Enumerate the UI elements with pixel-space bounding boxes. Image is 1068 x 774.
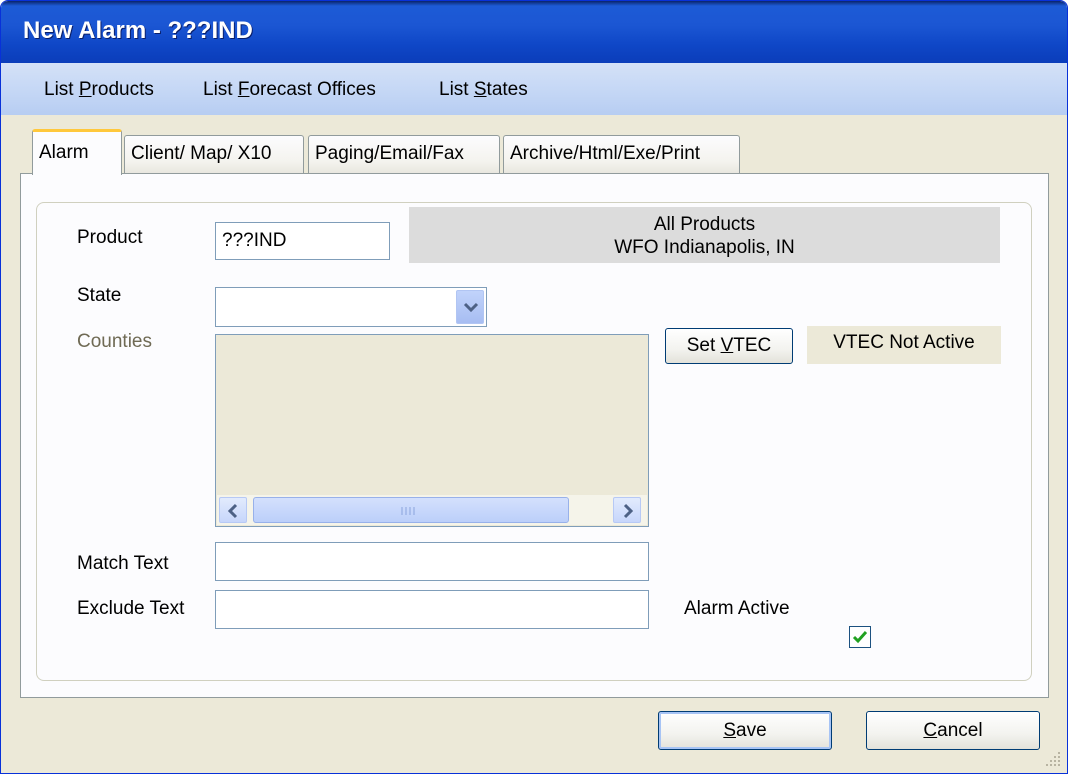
scroll-left-button[interactable] bbox=[219, 497, 247, 523]
tab-alarm[interactable]: Alarm bbox=[32, 129, 122, 175]
tab-paging-email-fax[interactable]: Paging/Email/Fax bbox=[308, 135, 500, 173]
scroll-right-button[interactable] bbox=[613, 497, 641, 523]
chevron-right-icon bbox=[623, 503, 634, 519]
tab-strip: Alarm Client/ Map/ X10 Paging/Email/Fax … bbox=[1, 129, 1067, 175]
state-combobox[interactable] bbox=[215, 287, 487, 327]
menu-bar: List Products List Forecast Offices List… bbox=[1, 63, 1067, 115]
menu-list-forecast-offices[interactable]: List Forecast Offices bbox=[203, 79, 376, 101]
counties-hscrollbar[interactable] bbox=[217, 495, 647, 525]
grip-lines-icon bbox=[401, 507, 415, 515]
chevron-down-icon bbox=[463, 302, 479, 313]
match-text-input[interactable] bbox=[215, 542, 649, 581]
chevron-left-icon bbox=[227, 503, 238, 519]
product-info-line2: WFO Indianapolis, IN bbox=[614, 237, 795, 258]
product-info-panel: All Products WFO Indianapolis, IN bbox=[409, 207, 1000, 263]
state-label: State bbox=[77, 285, 122, 306]
new-alarm-window: New Alarm - ???IND List Products List Fo… bbox=[0, 0, 1068, 774]
tab-client-map-x10[interactable]: Client/ Map/ X10 bbox=[124, 135, 304, 173]
title-bar[interactable]: New Alarm - ???IND bbox=[1, 1, 1067, 63]
match-text-label: Match Text bbox=[77, 553, 169, 574]
tab-archive-html-exe-print[interactable]: Archive/Html/Exe/Print bbox=[503, 135, 740, 173]
resize-grip-icon[interactable] bbox=[1043, 749, 1063, 769]
state-dropdown-button[interactable] bbox=[456, 290, 484, 324]
exclude-text-label: Exclude Text bbox=[77, 598, 185, 619]
cancel-button[interactable]: Cancel bbox=[866, 711, 1040, 750]
product-label: Product bbox=[77, 227, 143, 248]
vtec-status-text: VTEC Not Active bbox=[807, 326, 1001, 364]
window-title: New Alarm - ???IND bbox=[23, 17, 253, 44]
scroll-thumb[interactable] bbox=[253, 497, 569, 523]
set-vtec-button[interactable]: Set VTEC bbox=[665, 328, 793, 364]
save-button[interactable]: Save bbox=[658, 711, 832, 750]
product-input[interactable]: ???IND bbox=[215, 222, 390, 260]
menu-list-states[interactable]: List States bbox=[439, 79, 528, 101]
product-info-line1: All Products bbox=[653, 214, 756, 235]
checkmark-icon bbox=[852, 631, 868, 644]
exclude-text-input[interactable] bbox=[215, 590, 649, 629]
menu-list-products[interactable]: List Products bbox=[44, 79, 154, 101]
counties-label: Counties bbox=[77, 331, 152, 352]
alarm-active-label: Alarm Active bbox=[684, 598, 790, 619]
counties-listbox[interactable] bbox=[215, 334, 649, 527]
alarm-active-checkbox[interactable] bbox=[849, 626, 871, 648]
